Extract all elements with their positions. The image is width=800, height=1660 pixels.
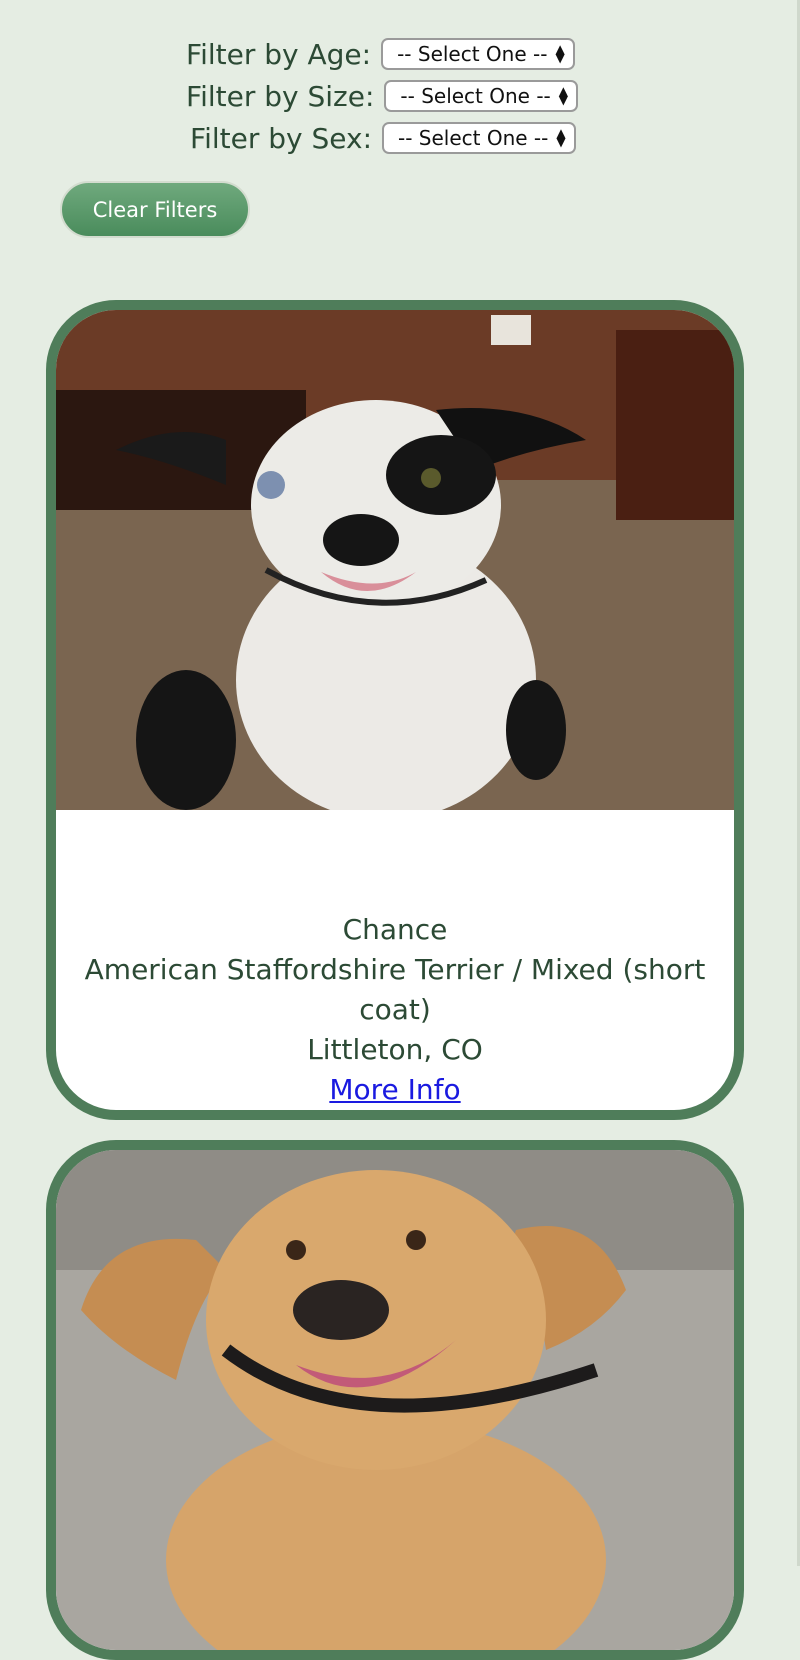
clear-filters-button[interactable]: Clear Filters [60,181,250,238]
filter-size-value: -- Select One -- [400,84,551,108]
dog-photo-yellow-lab [56,1150,734,1650]
more-info-link[interactable]: More Info [329,1073,460,1106]
filter-size-label: Filter by Size: [186,79,375,113]
pet-location: Littleton, CO [307,1033,483,1066]
filter-age-select[interactable]: -- Select One -- ▲ ▼ [381,38,575,70]
filter-size-select[interactable]: -- Select One -- ▲ ▼ [384,80,579,112]
filter-sex-row: Filter by Sex: -- Select One -- ▲ ▼ [190,118,576,158]
pet-photo[interactable] [56,310,734,810]
filter-age-value: -- Select One -- [397,42,548,66]
pet-card: Chance American Staffordshire Terrier / … [46,300,744,1120]
filter-sex-label: Filter by Sex: [190,121,372,155]
pet-breed: American Staffordshire Terrier / Mixed (… [84,953,706,1026]
pet-name: Chance [342,913,448,946]
filter-sex-value: -- Select One -- [398,126,549,150]
filter-age-row: Filter by Age: -- Select One -- ▲ ▼ [186,34,575,74]
filter-sex-select[interactable]: -- Select One -- ▲ ▼ [382,122,576,154]
dog-photo-chance [56,310,734,810]
filter-size-row: Filter by Size: -- Select One -- ▲ ▼ [186,76,579,116]
pet-card [46,1140,744,1660]
filter-age-label: Filter by Age: [186,37,372,71]
select-arrows-icon: ▲ ▼ [556,126,566,149]
select-arrows-icon: ▲ ▼ [555,42,565,65]
pet-info: Chance American Staffordshire Terrier / … [56,810,734,1110]
select-arrows-icon: ▲ ▼ [558,84,569,107]
pet-photo[interactable] [56,1150,734,1650]
